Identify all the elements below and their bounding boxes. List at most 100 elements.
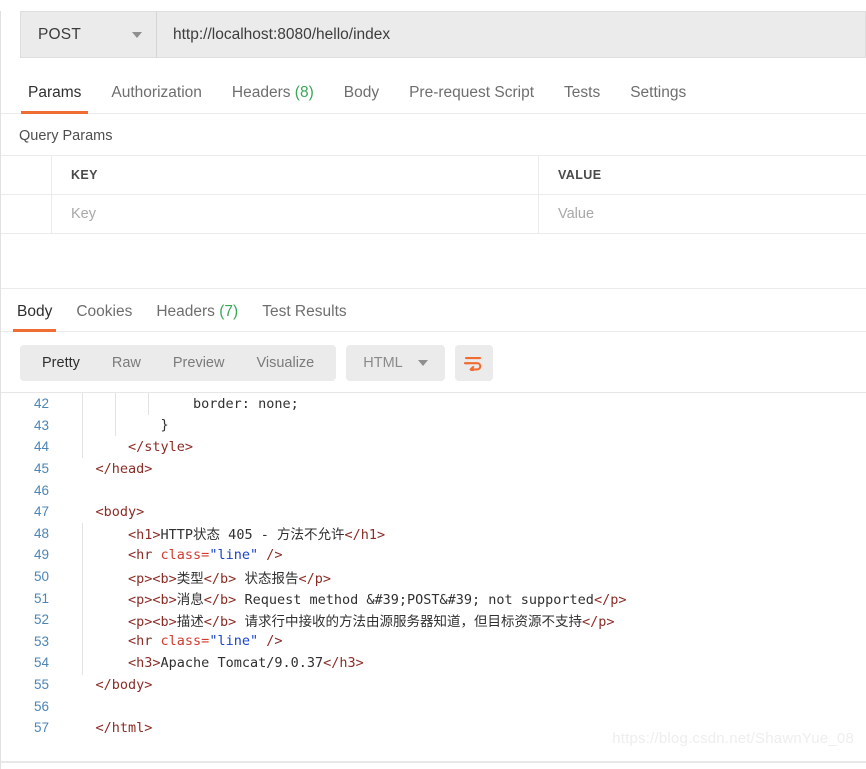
code-token-txt: 描述 — [176, 613, 204, 630]
response-tab-test-results[interactable]: Test Results — [250, 303, 358, 331]
query-params-title: Query Params — [19, 128, 113, 144]
code-line-content: <p><b>类型</b> 状态报告</p> — [63, 567, 866, 587]
response-tab-cookies-label: Cookies — [76, 303, 133, 320]
code-line: 50 <p><b>类型</b> 状态报告</p> — [1, 566, 866, 588]
http-method-dropdown[interactable]: POST — [20, 11, 156, 58]
http-method-label: POST — [38, 25, 82, 43]
tab-settings-label: Settings — [630, 84, 687, 101]
row-checkbox-cell[interactable] — [1, 195, 52, 233]
code-token-txt: border: none; — [63, 395, 299, 412]
code-token-txt: HTTP状态 405 - 方法不允许 — [160, 527, 345, 544]
tab-headers-count: (8) — [294, 84, 314, 101]
tab-settings[interactable]: Settings — [615, 84, 701, 113]
response-tab-headers-count: (7) — [219, 303, 239, 320]
response-tab-body[interactable]: Body — [5, 303, 64, 332]
code-token-txt: 请求行中接收的方法由源服务器知道，但目标资源不支持 — [236, 613, 582, 630]
code-line: 43 } — [1, 415, 866, 437]
code-token-tag: </head> — [63, 460, 153, 477]
code-line: 45 </head> — [1, 458, 866, 480]
postman-window: POST http://localhost:8080/hello/index P… — [0, 11, 866, 769]
response-tab-cookies[interactable]: Cookies — [64, 303, 144, 331]
header-key-cell: KEY — [52, 156, 539, 194]
tab-body-label: Body — [343, 84, 380, 101]
code-token-tag: /> — [258, 546, 283, 563]
tab-headers[interactable]: Headers (8) — [217, 84, 329, 113]
table-header-row: KEY VALUE — [1, 156, 866, 195]
code-token-tag: </body> — [63, 676, 153, 693]
chevron-down-icon — [417, 360, 428, 366]
line-number: 42 — [33, 396, 49, 412]
view-mode-visualize[interactable]: Visualize — [240, 345, 330, 381]
response-tab-headers[interactable]: Headers (7) — [144, 303, 250, 331]
code-line: 44 </style> — [1, 436, 866, 458]
query-params-table: KEY VALUE Key Value — [1, 155, 866, 234]
code-line: 47 <body> — [1, 501, 866, 523]
line-number: 50 — [33, 569, 49, 585]
tab-pre-request-script-label: Pre-request Script — [409, 84, 535, 101]
code-token-tag: <p><b> — [63, 592, 177, 609]
code-line-list: 42 border: none; 43 } 44 </style> 45 </head… — [1, 393, 866, 739]
view-mode-pretty[interactable]: Pretty — [26, 345, 96, 381]
response-tab-test-results-label: Test Results — [262, 303, 347, 320]
code-token-txt: 消息 — [176, 592, 204, 609]
code-token-str: "line" — [209, 546, 259, 563]
code-line-content: border: none; — [63, 396, 866, 412]
code-token-tag: <hr — [63, 633, 161, 650]
code-token-tag: </style> — [63, 438, 194, 455]
tab-pre-request-script[interactable]: Pre-request Script — [394, 84, 549, 113]
param-key-input[interactable]: Key — [71, 206, 96, 222]
tab-params[interactable]: Params — [13, 84, 96, 114]
line-number: 44 — [33, 439, 49, 455]
code-line: 49 <hr class="line" /> — [1, 544, 866, 566]
request-url-input[interactable]: http://localhost:8080/hello/index — [156, 11, 866, 58]
code-token-txt: 类型 — [176, 570, 204, 587]
row-value-cell[interactable]: Value — [539, 195, 866, 233]
table-row[interactable]: Key Value — [1, 195, 866, 233]
code-line-content: <p><b>描述</b> 请求行中接收的方法由源服务器知道，但目标资源不支持</… — [63, 610, 866, 630]
chevron-down-icon — [132, 31, 142, 38]
line-number: 47 — [33, 504, 49, 520]
code-token-tag: /> — [258, 633, 283, 650]
tab-body[interactable]: Body — [329, 84, 394, 113]
word-wrap-button[interactable] — [454, 345, 493, 381]
response-tab-body-label: Body — [17, 303, 53, 320]
view-mode-preview[interactable]: Preview — [157, 345, 241, 381]
code-token-tag: <body> — [63, 503, 145, 520]
code-line-content: <h3>Apache Tomcat/9.0.37</h3> — [63, 655, 866, 671]
tab-params-label: Params — [28, 84, 82, 101]
code-token-tag: <hr — [63, 546, 161, 563]
view-mode-raw[interactable]: Raw — [96, 345, 157, 381]
tab-tests-label: Tests — [564, 84, 601, 101]
header-value-cell: VALUE — [539, 156, 866, 194]
tab-authorization[interactable]: Authorization — [96, 84, 216, 113]
code-line-content: <hr class="line" /> — [63, 547, 866, 563]
row-key-cell[interactable]: Key — [52, 195, 539, 233]
response-format-dropdown[interactable]: HTML — [346, 345, 445, 381]
code-line-content: <p><b>消息</b> Request method &#39;POST&#3… — [63, 588, 866, 608]
code-token-tag: </h3> — [323, 654, 364, 671]
code-token-tag: </p> — [581, 613, 615, 630]
request-tab-bar: Params Authorization Headers (8) Body Pr… — [1, 70, 866, 114]
tab-tests[interactable]: Tests — [549, 84, 615, 113]
code-token-txt: 状态报告 — [236, 570, 299, 587]
response-view-toolbar: Pretty Raw Preview Visualize HTML — [1, 332, 866, 392]
code-token-txt: } — [63, 417, 169, 434]
code-token-tag: </p> — [298, 570, 331, 587]
tab-headers-label: Headers — [231, 84, 291, 101]
column-header-value: VALUE — [558, 168, 602, 182]
request-url-bar: POST http://localhost:8080/hello/index — [20, 11, 866, 58]
code-line: 48 <h1>HTTP状态 405 - 方法不允许</h1> — [1, 523, 866, 545]
response-body-code-viewer[interactable]: 42 border: none; 43 } 44 </style> 45 </head… — [1, 392, 866, 763]
code-token-tag: </b> — [203, 613, 237, 630]
code-token-tag: </b> — [203, 592, 237, 609]
line-number: 43 — [33, 417, 49, 433]
line-number: 57 — [33, 720, 49, 736]
code-line-content: </head> — [63, 461, 866, 477]
line-number: 55 — [33, 677, 49, 693]
code-line: 53 <hr class="line" /> — [1, 631, 866, 653]
line-number: 46 — [33, 482, 49, 498]
watermark-text: https://blog.csdn.net/ShawnYue_08 — [612, 730, 854, 747]
code-line-content: } — [63, 417, 866, 433]
code-line: 46 — [1, 479, 866, 501]
param-value-input[interactable]: Value — [558, 206, 594, 222]
